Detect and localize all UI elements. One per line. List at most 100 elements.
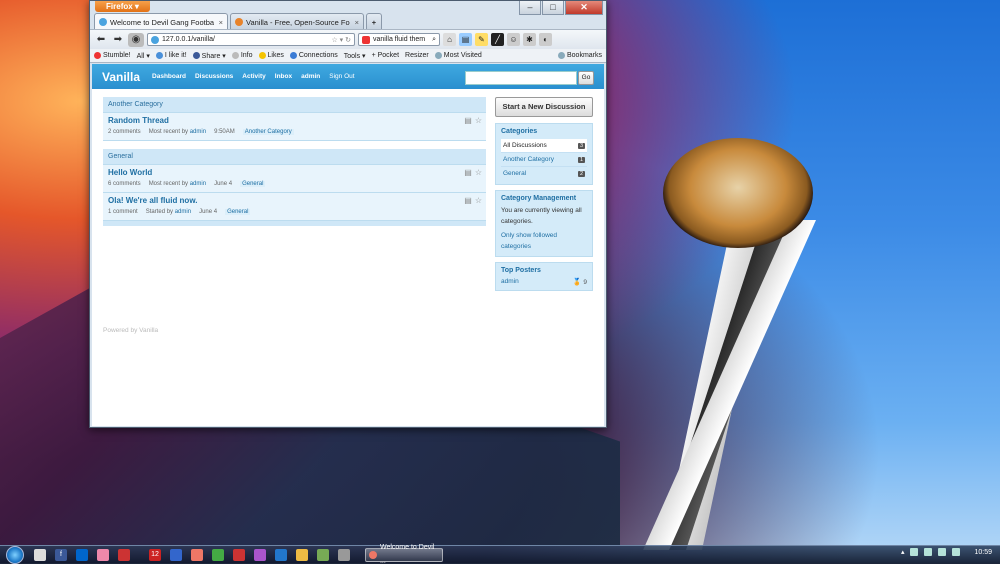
navigation-toolbar: ⬅ ➡ ◉ 127.0.0.1/vanilla/ ☆ ▾ ↻ vanilla f… xyxy=(90,29,606,49)
forum-search-button[interactable]: Go xyxy=(578,71,594,85)
discussion-title[interactable]: Random Thread xyxy=(108,116,481,125)
nav-sign-out[interactable]: Sign Out xyxy=(329,73,354,80)
discussion-item[interactable]: Random Thread 2 comments Most recent by … xyxy=(103,113,486,141)
mail-app-icon[interactable] xyxy=(118,549,130,561)
nav-inbox[interactable]: Inbox xyxy=(275,73,292,80)
close-tab-icon[interactable]: × xyxy=(219,18,223,27)
mail-tray-icon[interactable] xyxy=(924,548,933,556)
filezilla-icon[interactable] xyxy=(233,549,245,561)
search-magnifier-icon[interactable]: ⌕ xyxy=(432,36,436,44)
bookmark-star-icon[interactable]: ☆ xyxy=(475,116,482,125)
discussion-title[interactable]: Ola! We're all fluid now. xyxy=(108,196,481,205)
window-controls: – □ ✕ xyxy=(519,1,603,15)
bookmark-connections[interactable]: Connections xyxy=(289,52,338,59)
app-icon[interactable] xyxy=(254,549,266,561)
followed-categories-link[interactable]: Only show followed categories xyxy=(501,231,587,252)
author-link[interactable]: admin xyxy=(190,129,206,135)
bookmark-share[interactable]: Share ▾ xyxy=(192,52,226,60)
bookmark-stumble[interactable]: Stumble! xyxy=(94,52,131,59)
category-all-discussions[interactable]: All Discussions 3 xyxy=(501,139,587,153)
forward-arrow-icon[interactable]: ➡ xyxy=(111,33,125,47)
category-tag[interactable]: General xyxy=(240,181,266,187)
bookmark-likes[interactable]: Likes xyxy=(258,52,284,59)
chrome-icon[interactable] xyxy=(212,549,224,561)
bookmarks-menu-button[interactable]: Bookmarks xyxy=(557,52,602,59)
volume-icon[interactable] xyxy=(952,548,961,556)
category-heading[interactable]: Another Category xyxy=(103,97,486,113)
addon-icon[interactable]: ☺ xyxy=(507,33,520,46)
poster-name[interactable]: admin xyxy=(501,278,519,286)
close-tab-icon[interactable]: × xyxy=(355,18,359,27)
app-icon[interactable] xyxy=(76,549,88,561)
tray-icon[interactable] xyxy=(910,548,919,556)
tab-vanilla[interactable]: Vanilla - Free, Open-Source Foru... × xyxy=(230,13,364,30)
url-bar[interactable]: 127.0.0.1/vanilla/ ☆ ▾ ↻ xyxy=(147,33,355,46)
addon-icon[interactable]: ╱ xyxy=(491,33,504,46)
category-another-category[interactable]: Another Category 1 xyxy=(501,153,587,167)
bookmark-like[interactable]: I like it! xyxy=(155,52,187,59)
clock[interactable]: 10:59 xyxy=(974,549,992,556)
app-icon[interactable] xyxy=(170,549,182,561)
search-bar[interactable]: vanilla fluid them ⌕ xyxy=(358,33,440,46)
chat-app-icon[interactable] xyxy=(34,549,46,561)
top-poster-row[interactable]: admin 🏅 9 xyxy=(501,278,587,286)
firefox-icon[interactable] xyxy=(191,549,203,561)
globe-icon[interactable] xyxy=(275,549,287,561)
category-heading[interactable]: General xyxy=(103,149,486,165)
bookmark-pocket[interactable]: + Pocket xyxy=(372,52,399,59)
nav-profile[interactable]: admin xyxy=(301,73,320,80)
addon-icon[interactable]: ✱ xyxy=(523,33,536,46)
discussion-item[interactable]: Ola! We're all fluid now. 1 comment Star… xyxy=(103,193,486,221)
tab-devil-gang[interactable]: Welcome to Devil Gang Football F... × xyxy=(94,13,228,30)
bookmark-info[interactable]: Info xyxy=(231,52,253,59)
start-new-discussion-button[interactable]: Start a New Discussion xyxy=(495,97,593,117)
home-icon[interactable]: ⌂ xyxy=(443,33,456,46)
author-link[interactable]: admin xyxy=(175,209,191,215)
nav-activity[interactable]: Activity xyxy=(242,73,265,80)
addon-icon[interactable]: ◐ xyxy=(539,33,552,46)
network-icon[interactable] xyxy=(938,548,947,556)
nav-dashboard[interactable]: Dashboard xyxy=(152,73,186,80)
discussion-title[interactable]: Hello World xyxy=(108,168,481,177)
firefox-menu-button[interactable]: Firefox ▾ xyxy=(95,1,150,12)
options-menu-icon[interactable]: ▤ xyxy=(464,116,472,125)
powered-by-footer[interactable]: Powered by Vanilla xyxy=(103,327,158,334)
folder-icon[interactable] xyxy=(296,549,308,561)
bookmark-all[interactable]: All ▾ xyxy=(137,52,150,60)
calendar-icon[interactable]: 12 xyxy=(149,549,161,561)
category-general[interactable]: General 2 xyxy=(501,167,587,180)
author-link[interactable]: admin xyxy=(190,181,206,187)
bookmark-most-visited[interactable]: Most Visited xyxy=(434,52,482,59)
options-menu-icon[interactable]: ▤ xyxy=(464,168,472,177)
bookmark-tools[interactable]: Tools ▾ xyxy=(344,52,366,60)
start-button[interactable] xyxy=(6,546,24,564)
back-arrow-icon[interactable]: ⬅ xyxy=(94,33,108,47)
search-engine-icon[interactable] xyxy=(362,35,370,44)
addon-icon[interactable]: ✎ xyxy=(475,33,488,46)
nav-discussions[interactable]: Discussions xyxy=(195,73,233,80)
app-icon[interactable] xyxy=(97,549,109,561)
vanilla-logo[interactable]: Vanilla xyxy=(102,70,140,84)
app-icon[interactable] xyxy=(317,549,329,561)
minimize-button[interactable]: – xyxy=(519,1,541,15)
options-menu-icon[interactable]: ▤ xyxy=(464,196,472,205)
meta-label: Most recent by xyxy=(148,129,189,135)
taskbar-firefox-window[interactable]: Welcome to Devil ... xyxy=(365,544,443,565)
forum-search-input[interactable] xyxy=(465,71,577,85)
category-tag[interactable]: Another Category xyxy=(242,129,294,135)
close-window-button[interactable]: ✕ xyxy=(565,1,603,15)
firefox-icon xyxy=(369,551,377,559)
show-hidden-icons-icon[interactable]: ▴ xyxy=(901,548,905,556)
bookmark-star-icon[interactable]: ☆ ▾ ↻ xyxy=(331,36,351,44)
bookmark-star-icon[interactable]: ☆ xyxy=(475,196,482,205)
new-tab-button[interactable]: + xyxy=(366,13,382,30)
addon-icon[interactable]: ▤ xyxy=(459,33,472,46)
maximize-button[interactable]: □ xyxy=(542,1,564,15)
discussion-item[interactable]: Hello World 6 comments Most recent by ad… xyxy=(103,165,486,193)
category-tag[interactable]: General xyxy=(225,209,251,215)
bookmark-star-icon[interactable]: ☆ xyxy=(475,168,482,177)
facebook-icon[interactable]: f xyxy=(55,549,67,561)
addon-mask-icon[interactable]: ◉ xyxy=(128,32,144,47)
app-icon[interactable] xyxy=(338,549,350,561)
bookmark-resizer[interactable]: Resizer xyxy=(405,52,429,59)
